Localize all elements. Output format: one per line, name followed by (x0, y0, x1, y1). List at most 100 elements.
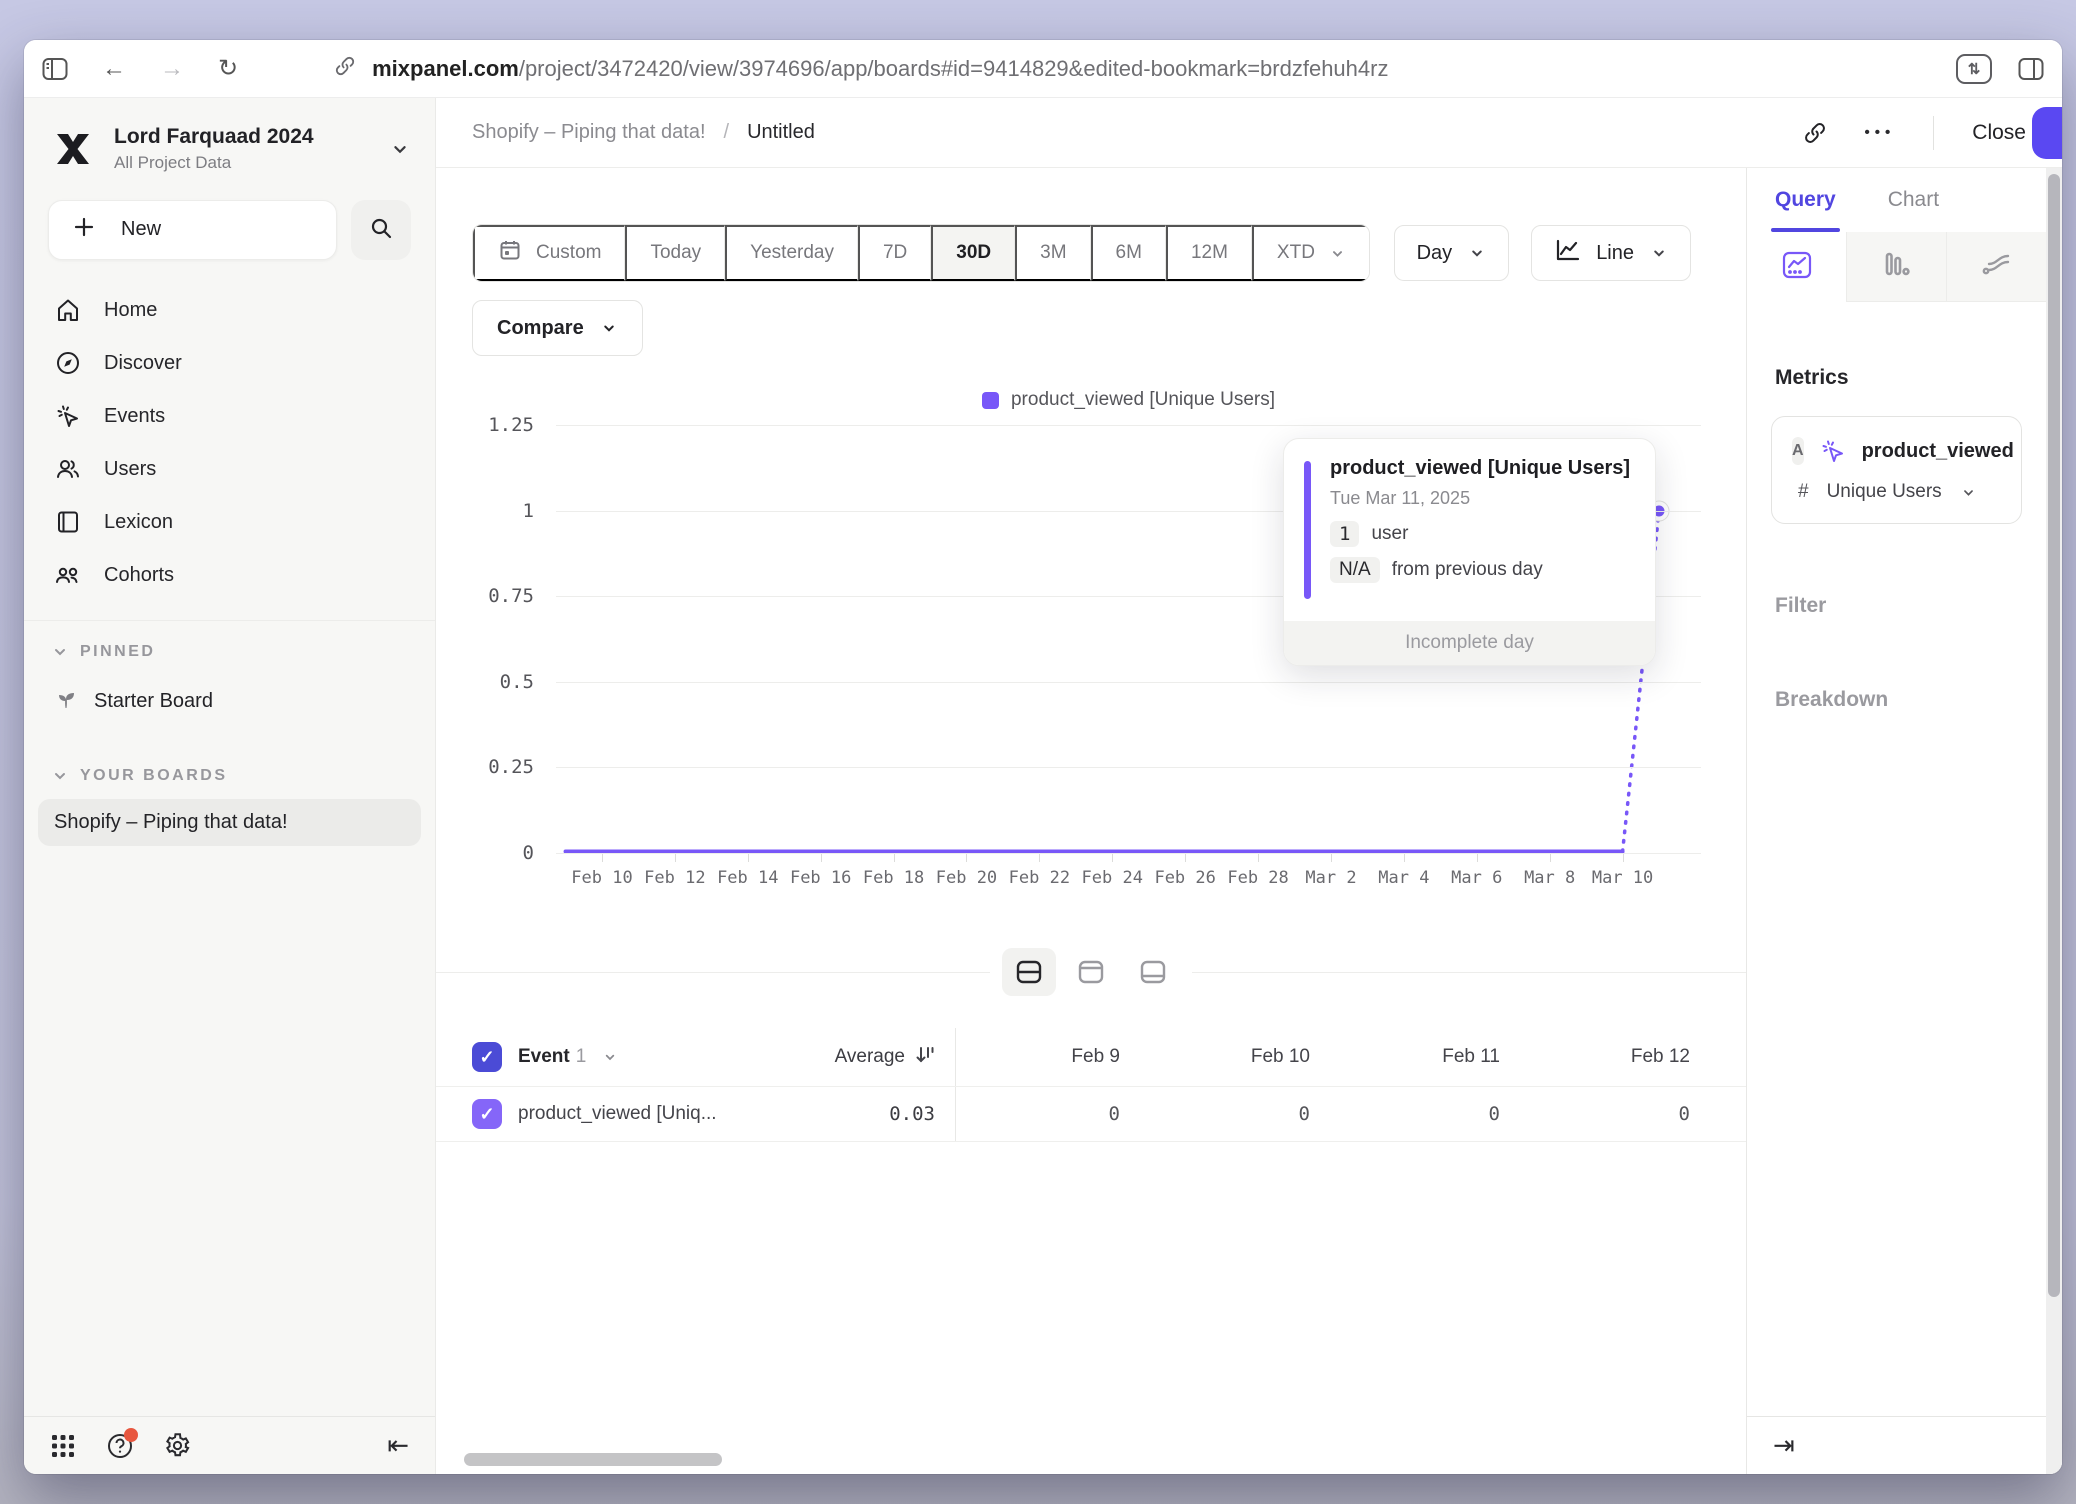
collapse-panel-icon[interactable]: ⇥ (1773, 1430, 1795, 1461)
range-30d-button[interactable]: 30D (931, 225, 1015, 281)
apps-grid-icon[interactable] (50, 1433, 76, 1459)
search-button[interactable] (351, 200, 411, 260)
sidebar-item-home[interactable]: Home (24, 284, 435, 337)
metric-card[interactable]: A product_viewed # Unique Users (1771, 416, 2022, 524)
reload-icon[interactable]: ↻ (218, 54, 238, 83)
compare-button[interactable]: Compare (472, 300, 643, 356)
vertical-scrollbar[interactable] (2046, 168, 2062, 1474)
chart-plot-area[interactable]: product_viewed [Unique Users] Tue Mar 11… (556, 424, 1701, 854)
settings-gear-icon[interactable] (164, 1432, 191, 1459)
range-7d-button[interactable]: 7D (858, 225, 931, 281)
sidebar-item-label: Discover (104, 352, 182, 375)
legend-swatch (982, 392, 999, 409)
layout-split-view-icon[interactable] (1002, 948, 1056, 996)
x-axis-tick (1185, 854, 1186, 862)
breadcrumb-separator: / (724, 121, 730, 144)
range-xtd-button[interactable]: XTD (1252, 225, 1369, 281)
select-all-checkbox[interactable]: ✓ (472, 1042, 502, 1072)
back-icon[interactable]: ← (102, 55, 126, 83)
your-boards-section-label: YOUR BOARDS (80, 767, 228, 785)
sidebar-item-users[interactable]: Users (24, 443, 435, 496)
sidebar-item-shopify-board[interactable]: Shopify – Piping that data! (38, 799, 421, 846)
viz-tab-line[interactable] (1747, 232, 1847, 302)
horizontal-scrollbar-thumb[interactable] (464, 1453, 722, 1466)
new-button[interactable]: New (48, 200, 337, 260)
column-header-feb-11[interactable]: Feb 11 (1336, 1046, 1526, 1068)
bar-chart-icon (1881, 248, 1913, 285)
sidebar-item-events[interactable]: Events (24, 390, 435, 443)
layout-chart-view-icon[interactable] (1064, 948, 1118, 996)
event-metric-icon (1820, 438, 1846, 464)
more-options-icon[interactable]: ••• (1865, 124, 1896, 141)
compare-label: Compare (497, 317, 584, 340)
breadcrumb-page[interactable]: Untitled (747, 121, 815, 144)
event-column-label: Event (518, 1046, 570, 1067)
row-checkbox[interactable]: ✓ (472, 1099, 502, 1129)
breadcrumb-board[interactable]: Shopify – Piping that data! (472, 121, 706, 144)
viz-tab-flow[interactable] (1947, 232, 2046, 302)
sort-icon (915, 1045, 935, 1070)
range-3m-button[interactable]: 3M (1015, 225, 1090, 281)
tab-query[interactable]: Query (1775, 168, 1836, 232)
chart-legend[interactable]: product_viewed [Unique Users] (556, 384, 1701, 416)
x-axis-tick (748, 854, 749, 862)
workspace-switcher[interactable]: Lord Farquaad 2024 All Project Data (24, 98, 435, 194)
layout-table-view-icon[interactable] (1126, 948, 1180, 996)
lexicon-icon (54, 509, 82, 535)
x-axis-tick (602, 854, 603, 862)
calendar-icon (498, 238, 522, 268)
board-item-label: Starter Board (94, 690, 213, 713)
chart-x-axis: Feb 10Feb 12Feb 14Feb 16Feb 18Feb 20Feb … (556, 854, 1701, 900)
aggregation-label: Unique Users (1827, 481, 1942, 503)
x-axis-tick (1477, 854, 1478, 862)
column-header-feb-12[interactable]: Feb 12 (1526, 1046, 1716, 1068)
pinned-section-header[interactable]: PINNED (24, 627, 435, 669)
address-bar[interactable]: mixpanel.com/project/3472420/view/397469… (334, 55, 1388, 83)
y-axis-label: 0.25 (488, 756, 534, 778)
save-button[interactable] (2032, 107, 2062, 159)
x-axis-tick (1404, 854, 1405, 862)
granularity-label: Day (1417, 242, 1453, 265)
chevron-down-icon[interactable] (602, 1049, 618, 1065)
tooltip-delta-label: from previous day (1392, 559, 1543, 581)
metrics-section-label: Metrics (1775, 366, 2018, 390)
sidebar-item-starter-board[interactable]: Starter Board (38, 675, 421, 729)
metric-aggregation[interactable]: # Unique Users (1792, 481, 2001, 503)
range-today-button[interactable]: Today (625, 225, 725, 281)
data-table: ✓ Event1 Average Feb 9Feb 10Feb 11Feb 12 (436, 1028, 1746, 1142)
x-axis-label: Feb 22 (1009, 868, 1070, 888)
sidebar-item-discover[interactable]: Discover (24, 337, 435, 390)
average-sort-header[interactable]: Average (835, 1045, 935, 1070)
range-custom-button[interactable]: Custom (473, 225, 625, 281)
collapse-sidebar-icon[interactable]: ⇤ (387, 1430, 409, 1461)
browser-sidebar-toggle-icon[interactable] (42, 57, 68, 81)
metric-event-name: product_viewed (1862, 440, 2014, 463)
close-button[interactable]: Close (1972, 121, 2026, 145)
sidebar-item-cohorts[interactable]: Cohorts (24, 549, 435, 602)
viz-tab-bar[interactable] (1847, 232, 1947, 302)
column-header-feb-10[interactable]: Feb 10 (1146, 1046, 1336, 1068)
vertical-scrollbar-thumb[interactable] (2048, 174, 2060, 1297)
x-axis-label: Mar 8 (1524, 868, 1575, 888)
range-6m-button[interactable]: 6M (1091, 225, 1166, 281)
chart-type-dropdown[interactable]: Line (1531, 225, 1691, 281)
tooltip-delta: N/A (1330, 557, 1380, 583)
browser-panel-toggle-icon[interactable] (2018, 57, 2044, 81)
range-yesterday-button[interactable]: Yesterday (725, 225, 858, 281)
range-12m-button[interactable]: 12M (1166, 225, 1252, 281)
forward-icon[interactable]: → (160, 55, 184, 83)
your-boards-section-header[interactable]: YOUR BOARDS (24, 751, 435, 793)
x-axis-tick (675, 854, 676, 862)
table-row[interactable]: ✓ product_viewed [Uniq... 0.03 0000 (436, 1086, 1746, 1142)
granularity-dropdown[interactable]: Day (1394, 225, 1510, 281)
column-header-feb-9[interactable]: Feb 9 (956, 1046, 1146, 1068)
page-settings-icon[interactable]: ⇅ (1956, 54, 1992, 84)
x-axis-label: Feb 16 (790, 868, 851, 888)
sidebar-item-label: Events (104, 405, 165, 428)
tab-chart[interactable]: Chart (1888, 168, 1939, 232)
help-icon[interactable] (106, 1432, 134, 1460)
copy-link-icon[interactable] (1803, 121, 1827, 145)
tooltip-value-label: user (1371, 523, 1408, 545)
sidebar-nav: Home Discover Events UsersLexiconCohorts (24, 270, 435, 602)
sidebar-item-lexicon[interactable]: Lexicon (24, 496, 435, 549)
